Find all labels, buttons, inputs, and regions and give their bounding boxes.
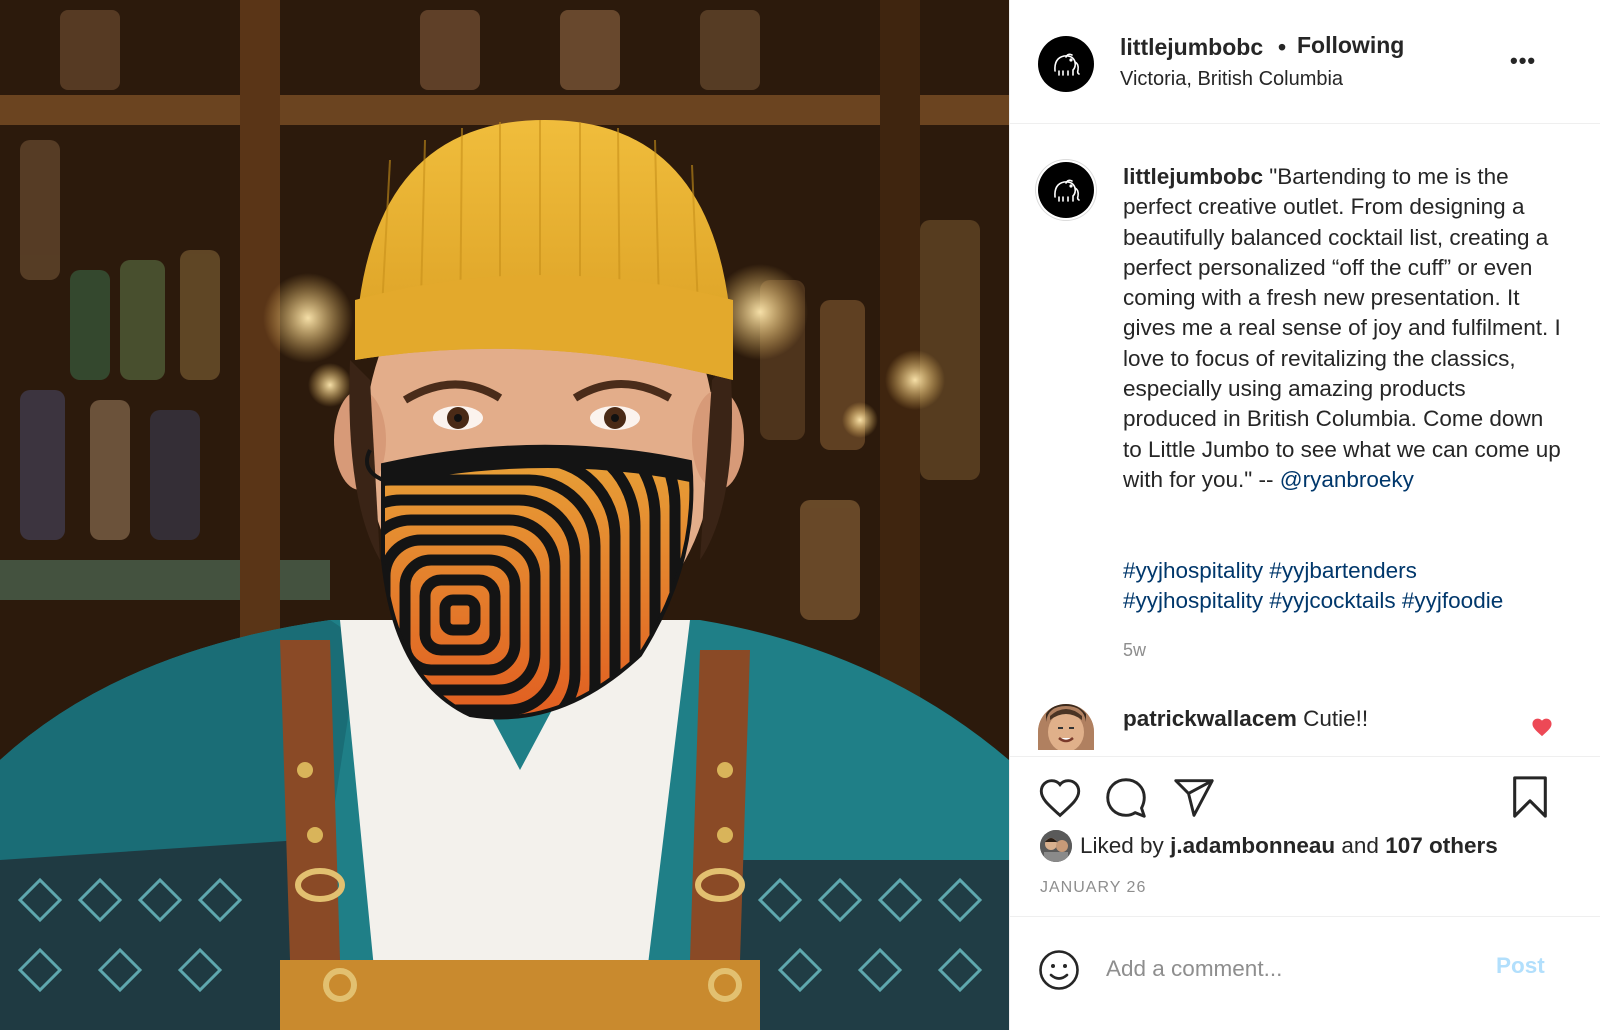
likes-others-link[interactable]: 107 others [1385,833,1498,858]
elephant-logo-icon [1054,179,1080,202]
liker-photo [1040,830,1072,862]
hashtag-link[interactable]: #yyjhospitality [1123,558,1263,583]
post-photo[interactable] [0,0,1009,1030]
photo-illustration [0,0,1009,1030]
post-header: littlejumbobc • Following Victoria, Brit… [1010,0,1600,124]
liker-username[interactable]: j.adambonneau [1170,833,1335,858]
elephant-logo-icon [1054,53,1080,76]
more-options-icon[interactable]: ••• [1510,48,1536,74]
comment-text: Cutie!! [1303,706,1369,731]
emoji-smile-icon[interactable] [1038,949,1080,991]
separator-dot: • [1278,34,1287,60]
caption-text: "Bartending to me is the perfect creativ… [1123,164,1561,492]
caption-age[interactable]: 5w [1123,640,1146,661]
likes-text: Liked by j.adambonneau and 107 others [1080,833,1498,859]
like-heart-icon[interactable] [1038,777,1082,819]
liker-avatar[interactable] [1040,830,1072,862]
caption-author-avatar[interactable] [1038,162,1094,218]
post-caption: littlejumbobc "Bartending to me is the p… [1123,162,1563,495]
hashtag-link[interactable]: #yyjcocktails [1269,588,1395,613]
add-comment-input[interactable] [1106,949,1476,989]
hashtag-link[interactable]: #yyjfoodie [1402,588,1503,613]
caption-username[interactable]: littlejumbobc [1123,164,1263,189]
share-paper-plane-icon[interactable] [1172,777,1216,819]
hashtag-list: #yyjhospitality #yyjbartenders #yyjhospi… [1123,556,1573,617]
likes-summary: Liked by j.adambonneau and 107 others [1040,828,1498,864]
post-location[interactable]: Victoria, British Columbia [1120,68,1343,91]
likes-and: and [1341,833,1379,858]
hashtag-link[interactable]: #yyjhospitality [1123,588,1263,613]
post-side-panel: littlejumbobc • Following Victoria, Brit… [1009,0,1600,1030]
likes-prefix: Liked by [1080,833,1164,858]
post-comment-button[interactable]: Post [1496,953,1545,979]
save-bookmark-icon[interactable] [1510,775,1550,819]
mention-link[interactable]: @ryanbroeky [1280,467,1414,492]
following-button[interactable]: Following [1297,32,1404,59]
comment-item: patrickwallacem Cutie!! [1123,706,1368,732]
comment-like-heart-icon[interactable] [1531,717,1553,737]
comment-bubble-icon[interactable] [1104,777,1148,819]
hashtag-link[interactable]: #yyjbartenders [1269,558,1417,583]
profile-avatar[interactable] [1038,36,1094,92]
commenter-photo [1038,704,1094,750]
commenter-avatar[interactable] [1038,704,1094,750]
post-date[interactable]: JANUARY 26 [1040,879,1146,897]
add-comment-bar: Post [1010,916,1600,1030]
comment-username[interactable]: patrickwallacem [1123,706,1297,731]
post-author-username[interactable]: littlejumbobc [1120,34,1263,61]
